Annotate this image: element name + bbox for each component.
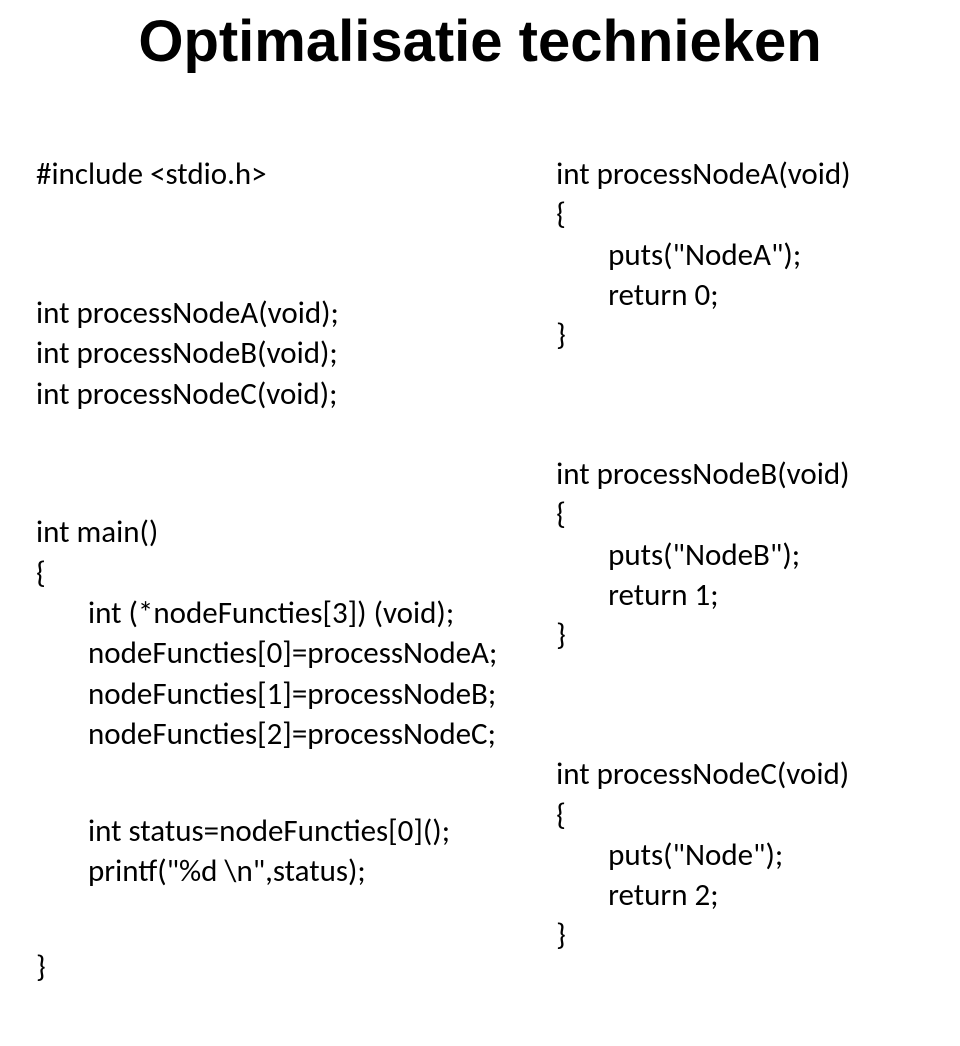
code-line: puts("NodeB"); [556,536,800,574]
code-line: } [556,916,566,954]
code-line: int (*nodeFuncties[3]) (void); [36,594,454,632]
code-line: int processNodeA(void) [556,155,851,193]
code-line: { [556,495,566,533]
code-line: printf("%d \n",status); [36,852,366,890]
func-c-block: int processNodeC(void) { puts("Node"); r… [556,714,924,996]
code-line: } [36,948,46,986]
code-line: } [556,616,566,654]
main-block: int main() { int (*nodeFuncties[3]) (voi… [36,472,544,1028]
left-column: #include <stdio.h> int processNodeA(void… [36,114,544,1046]
code-line: puts("Node"); [556,836,783,874]
code-line: int processNodeB(void) [556,455,849,493]
code-line: return 1; [556,576,718,614]
code-line: return 0; [556,276,718,314]
code-line: { [556,796,566,834]
code-line: int processNodeB(void); [36,334,338,372]
code-line: #include <stdio.h> [36,155,267,193]
func-a-block: int processNodeA(void) { puts("NodeA"); … [556,114,924,396]
code-line: int main() [36,513,158,551]
code-line: int processNodeC(void) [556,755,849,793]
code-line: nodeFuncties[1]=processNodeB; [36,675,496,713]
slide-title: Optimalisatie technieken [36,10,924,74]
code-line: return 2; [556,876,718,914]
prototypes-block: int processNodeA(void); int processNodeB… [36,253,544,454]
include-block: #include <stdio.h> [36,114,544,235]
right-column: int processNodeA(void) { puts("NodeA"); … [544,114,924,1014]
code-line: puts("NodeA"); [556,236,801,274]
code-line: nodeFuncties[0]=processNodeA; [36,634,497,672]
code-line: { [36,554,46,592]
code-line: int processNodeA(void); [36,294,339,332]
code-columns: #include <stdio.h> int processNodeA(void… [36,114,924,1046]
code-line: } [556,316,566,354]
code-line: { [556,195,566,233]
slide: Optimalisatie technieken #include <stdio… [0,0,960,831]
func-b-block: int processNodeB(void) { puts("NodeB"); … [556,414,924,696]
code-line: nodeFuncties[2]=processNodeC; [36,715,496,753]
code-line: int processNodeC(void); [36,375,337,413]
